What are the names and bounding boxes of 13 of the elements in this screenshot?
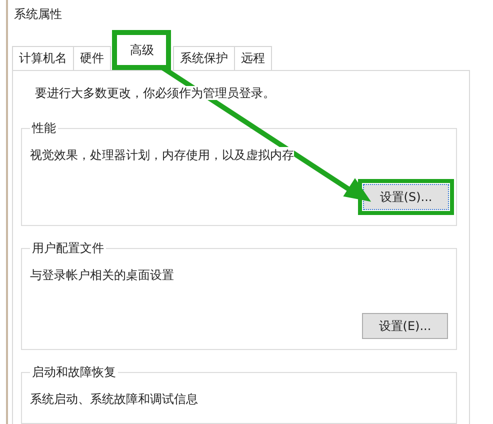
group-title: 用户配置文件 bbox=[31, 240, 105, 257]
group-description: 系统启动、系统故障和调试信息 bbox=[30, 391, 198, 408]
group-title: 启动和故障恢复 bbox=[31, 364, 117, 381]
tab[interactable]: 硬件 bbox=[73, 46, 111, 70]
tab[interactable]: 系统保护 bbox=[173, 46, 235, 70]
group-description: 与登录帐户相关的桌面设置 bbox=[30, 267, 174, 284]
tab[interactable]: 计算机名 bbox=[12, 46, 74, 70]
settings-button[interactable]: 设置(S)... bbox=[363, 184, 449, 210]
group-title: 性能 bbox=[30, 120, 57, 137]
window-title: 系统属性 bbox=[14, 7, 62, 21]
tab[interactable]: 远程 bbox=[234, 46, 272, 70]
settings-button[interactable]: 设置(E)... bbox=[362, 313, 448, 339]
group-description: 视觉效果，处理器计划，内存使用，以及虚拟内存 bbox=[30, 147, 294, 164]
